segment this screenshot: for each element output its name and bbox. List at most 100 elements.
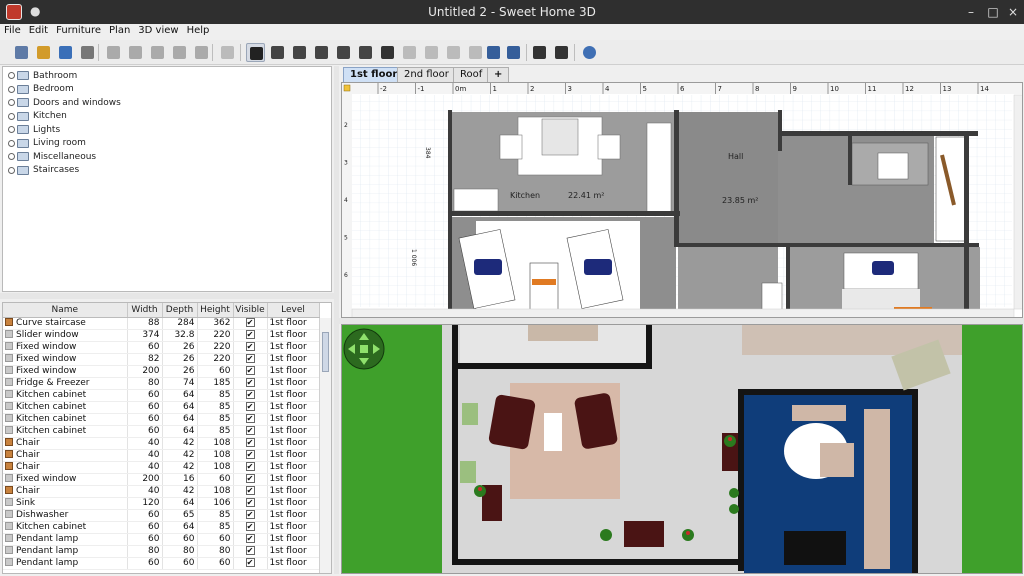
text-size-button[interactable]	[422, 43, 441, 62]
help-button[interactable]	[580, 43, 599, 62]
visible-checkbox[interactable]: ✔	[245, 558, 255, 567]
table-row[interactable]: Kitchen cabinet 60 64 85 ✔ 1st floor	[3, 389, 320, 402]
column-header-width[interactable]: Width	[127, 303, 163, 318]
visible-checkbox[interactable]: ✔	[245, 342, 255, 351]
create-video-button[interactable]	[552, 43, 571, 62]
open-button[interactable]	[34, 43, 53, 62]
table-row[interactable]: Sink 120 64 106 ✔ 1st floor	[3, 497, 320, 510]
table-row[interactable]: Pendant lamp 60 60 60 ✔ 1st floor	[3, 557, 320, 570]
zoom-in-button[interactable]	[484, 43, 503, 62]
visible-checkbox[interactable]: ✔	[245, 402, 255, 411]
select-mode-button[interactable]	[246, 43, 265, 62]
visible-checkbox[interactable]: ✔	[245, 474, 255, 483]
visible-checkbox[interactable]: ✔	[245, 354, 255, 363]
tab-roof[interactable]: Roof	[453, 67, 490, 82]
close-button[interactable]: ×	[1004, 3, 1022, 21]
pan-mode-button[interactable]	[268, 43, 287, 62]
create-polylines-button[interactable]	[334, 43, 353, 62]
visible-checkbox[interactable]: ✔	[245, 486, 255, 495]
menu-furniture[interactable]: Furniture	[52, 24, 105, 40]
catalog-category-doors-and-windows[interactable]: Doors and windows	[8, 96, 121, 109]
tree-expand-icon[interactable]	[8, 72, 15, 79]
table-row[interactable]: Kitchen cabinet 60 64 85 ✔ 1st floor	[3, 425, 320, 438]
undo-button[interactable]	[104, 43, 123, 62]
table-row[interactable]: Pendant lamp 60 60 60 ✔ 1st floor	[3, 533, 320, 546]
living-room[interactable]	[450, 217, 676, 318]
column-header-height[interactable]: Height	[197, 303, 234, 318]
table-row[interactable]: Fixed window 200 16 60 ✔ 1st floor	[3, 473, 320, 486]
tab-1st-floor[interactable]: 1st floor	[343, 67, 405, 82]
bold-button[interactable]	[444, 43, 463, 62]
table-row[interactable]: Dishwasher 60 65 85 ✔ 1st floor	[3, 509, 320, 522]
table-row[interactable]: Chair 40 42 108 ✔ 1st floor	[3, 485, 320, 498]
paste-button[interactable]	[192, 43, 211, 62]
column-header-visible[interactable]: Visible	[233, 303, 268, 318]
visible-checkbox[interactable]: ✔	[245, 366, 255, 375]
plan-horizontal-scrollbar[interactable]	[351, 308, 1015, 318]
table-row[interactable]: Kitchen cabinet 60 64 85 ✔ 1st floor	[3, 413, 320, 426]
3d-view[interactable]	[341, 324, 1023, 574]
redo-button[interactable]	[126, 43, 145, 62]
table-row[interactable]: Kitchen cabinet 60 64 85 ✔ 1st floor	[3, 521, 320, 534]
save-button[interactable]	[56, 43, 75, 62]
table-row[interactable]: Fixed window 200 26 60 ✔ 1st floor	[3, 365, 320, 378]
tree-expand-icon[interactable]	[8, 99, 15, 106]
visible-checkbox[interactable]: ✔	[245, 522, 255, 531]
tree-expand-icon[interactable]	[8, 112, 15, 120]
catalog-category-lights[interactable]: Lights	[8, 123, 60, 136]
plan-corner-lock-icon[interactable]	[343, 84, 351, 92]
menu-plan[interactable]: Plan	[105, 24, 134, 40]
visible-checkbox[interactable]: ✔	[245, 510, 255, 519]
catalog-category-bathroom[interactable]: Bathroom	[8, 69, 77, 82]
create-dimensions-button[interactable]	[356, 43, 375, 62]
visible-checkbox[interactable]: ✔	[245, 414, 255, 423]
visible-checkbox[interactable]: ✔	[245, 438, 255, 447]
visible-checkbox[interactable]: ✔	[245, 318, 255, 327]
menu-help[interactable]: Help	[183, 24, 214, 40]
table-row[interactable]: Pendant lamp 80 80 80 ✔ 1st floor	[3, 545, 320, 558]
catalog-category-staircases[interactable]: Staircases	[8, 164, 79, 177]
table-row[interactable]: Fridge & Freezer 80 74 185 ✔ 1st floor	[3, 377, 320, 390]
new-home-button[interactable]	[12, 43, 31, 62]
catalog-category-living-room[interactable]: Living room	[8, 137, 86, 150]
tree-expand-icon[interactable]	[8, 85, 15, 93]
plan-vertical-scrollbar[interactable]	[1013, 94, 1023, 310]
table-row[interactable]: Chair 40 42 108 ✔ 1st floor	[3, 449, 320, 462]
tree-expand-icon[interactable]	[8, 166, 15, 174]
minimize-button[interactable]: –	[962, 3, 980, 21]
visible-checkbox[interactable]: ✔	[245, 426, 255, 435]
table-row[interactable]: Chair 40 42 108 ✔ 1st floor	[3, 437, 320, 450]
3d-view-canvas[interactable]	[342, 325, 1023, 574]
maximize-button[interactable]: □	[984, 3, 1002, 21]
add-level-tab[interactable]: +	[487, 67, 510, 82]
catalog-category-kitchen[interactable]: Kitchen	[8, 110, 67, 123]
column-header-name[interactable]: Name	[3, 303, 128, 318]
visible-checkbox[interactable]: ✔	[245, 498, 255, 507]
tree-expand-icon[interactable]	[8, 139, 15, 147]
tab-2nd-floor[interactable]: 2nd floor	[397, 67, 456, 82]
cut-button[interactable]	[148, 43, 167, 62]
create-rooms-button[interactable]	[312, 43, 331, 62]
menu-3d-view[interactable]: 3D view	[134, 24, 182, 40]
table-row[interactable]: Kitchen cabinet 60 64 85 ✔ 1st floor	[3, 401, 320, 414]
kitchen-room[interactable]	[450, 112, 676, 214]
add-furniture-button[interactable]	[218, 43, 237, 62]
visible-checkbox[interactable]: ✔	[245, 330, 255, 339]
menu-edit[interactable]: Edit	[25, 24, 52, 40]
catalog-category-bedroom[interactable]: Bedroom	[8, 83, 74, 96]
3d-navigation-control[interactable]	[343, 328, 385, 370]
modify-text-button[interactable]	[400, 43, 419, 62]
zoom-out-button[interactable]	[504, 43, 523, 62]
visible-checkbox[interactable]: ✔	[245, 378, 255, 387]
table-row[interactable]: Slider window 374 32.8 220 ✔ 1st floor	[3, 329, 320, 342]
column-header-level[interactable]: Level	[267, 303, 320, 318]
furniture-scroll-thumb[interactable]	[322, 332, 329, 372]
visible-checkbox[interactable]: ✔	[245, 534, 255, 543]
visible-checkbox[interactable]: ✔	[245, 462, 255, 471]
visible-checkbox[interactable]: ✔	[245, 450, 255, 459]
add-text-button[interactable]	[378, 43, 397, 62]
tree-expand-icon[interactable]	[8, 153, 15, 160]
table-row[interactable]: Chair 40 42 108 ✔ 1st floor	[3, 461, 320, 474]
catalog-category-miscellaneous[interactable]: Miscellaneous	[8, 150, 96, 163]
floor-plan-canvas[interactable]: -2 -1 0m 1 2 3 4 5 6 7 8 9 10 11 12 13 14 23456	[342, 83, 1023, 318]
